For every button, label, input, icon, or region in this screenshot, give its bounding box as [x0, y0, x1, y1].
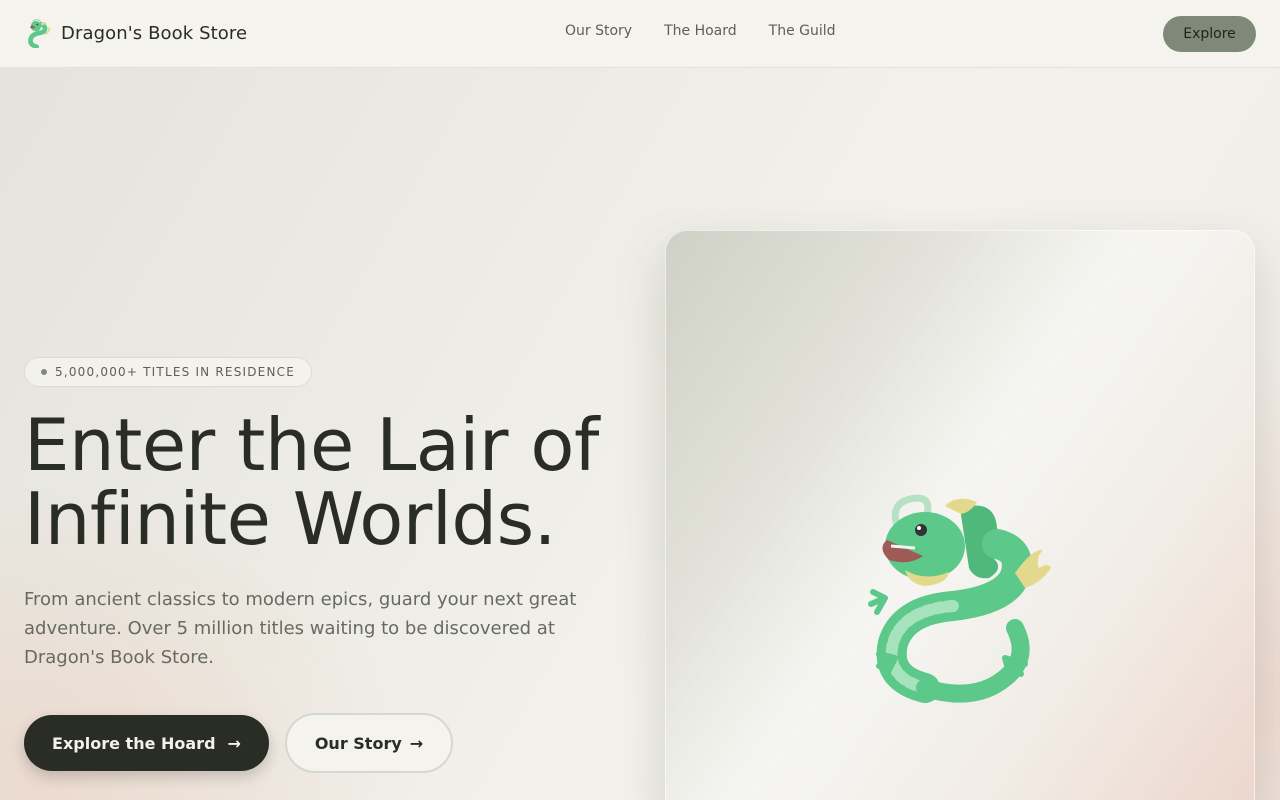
dragon-icon	[28, 18, 50, 48]
explore-hoard-label: Explore the Hoard	[52, 733, 216, 753]
badge-dot	[41, 369, 47, 375]
titles-badge: 5,000,000+ TITLES IN RESIDENCE	[24, 357, 313, 387]
brand-logo[interactable]: Dragon's Book Store	[24, 18, 247, 48]
main-nav: Our Story The Hoard The Guild	[565, 23, 836, 39]
site-header: Dragon's Book Store Our Story The Hoard …	[0, 0, 1280, 68]
hero-headline: Enter the Lair of Infinite Worlds.	[24, 408, 644, 556]
hero-subtitle: From ancient classics to modern epics, g…	[24, 589, 577, 668]
dragon-icon	[868, 494, 1051, 703]
arrow-right-icon: →	[227, 733, 241, 753]
nav-the-hoard[interactable]: The Hoard	[664, 23, 737, 39]
our-story-label: Our Story	[314, 733, 402, 753]
explore-hoard-button[interactable]: Explore the Hoard →	[24, 715, 269, 771]
arrow-right-icon: →	[409, 733, 424, 753]
headline-line-2: Infinite Worlds.	[24, 477, 557, 561]
nav-our-story[interactable]: Our Story	[565, 23, 632, 39]
nav-the-guild[interactable]: The Guild	[769, 23, 836, 39]
our-story-button[interactable]: Our Story →	[285, 713, 453, 773]
brand-name: Dragon's Book Store	[61, 22, 248, 44]
headline-line-1: Enter the Lair of	[24, 403, 599, 487]
badge-text: 5,000,000+ TITLES IN RESIDENCE	[55, 365, 296, 379]
hero-art-card	[665, 230, 1255, 800]
explore-button[interactable]: Explore	[1163, 16, 1256, 52]
